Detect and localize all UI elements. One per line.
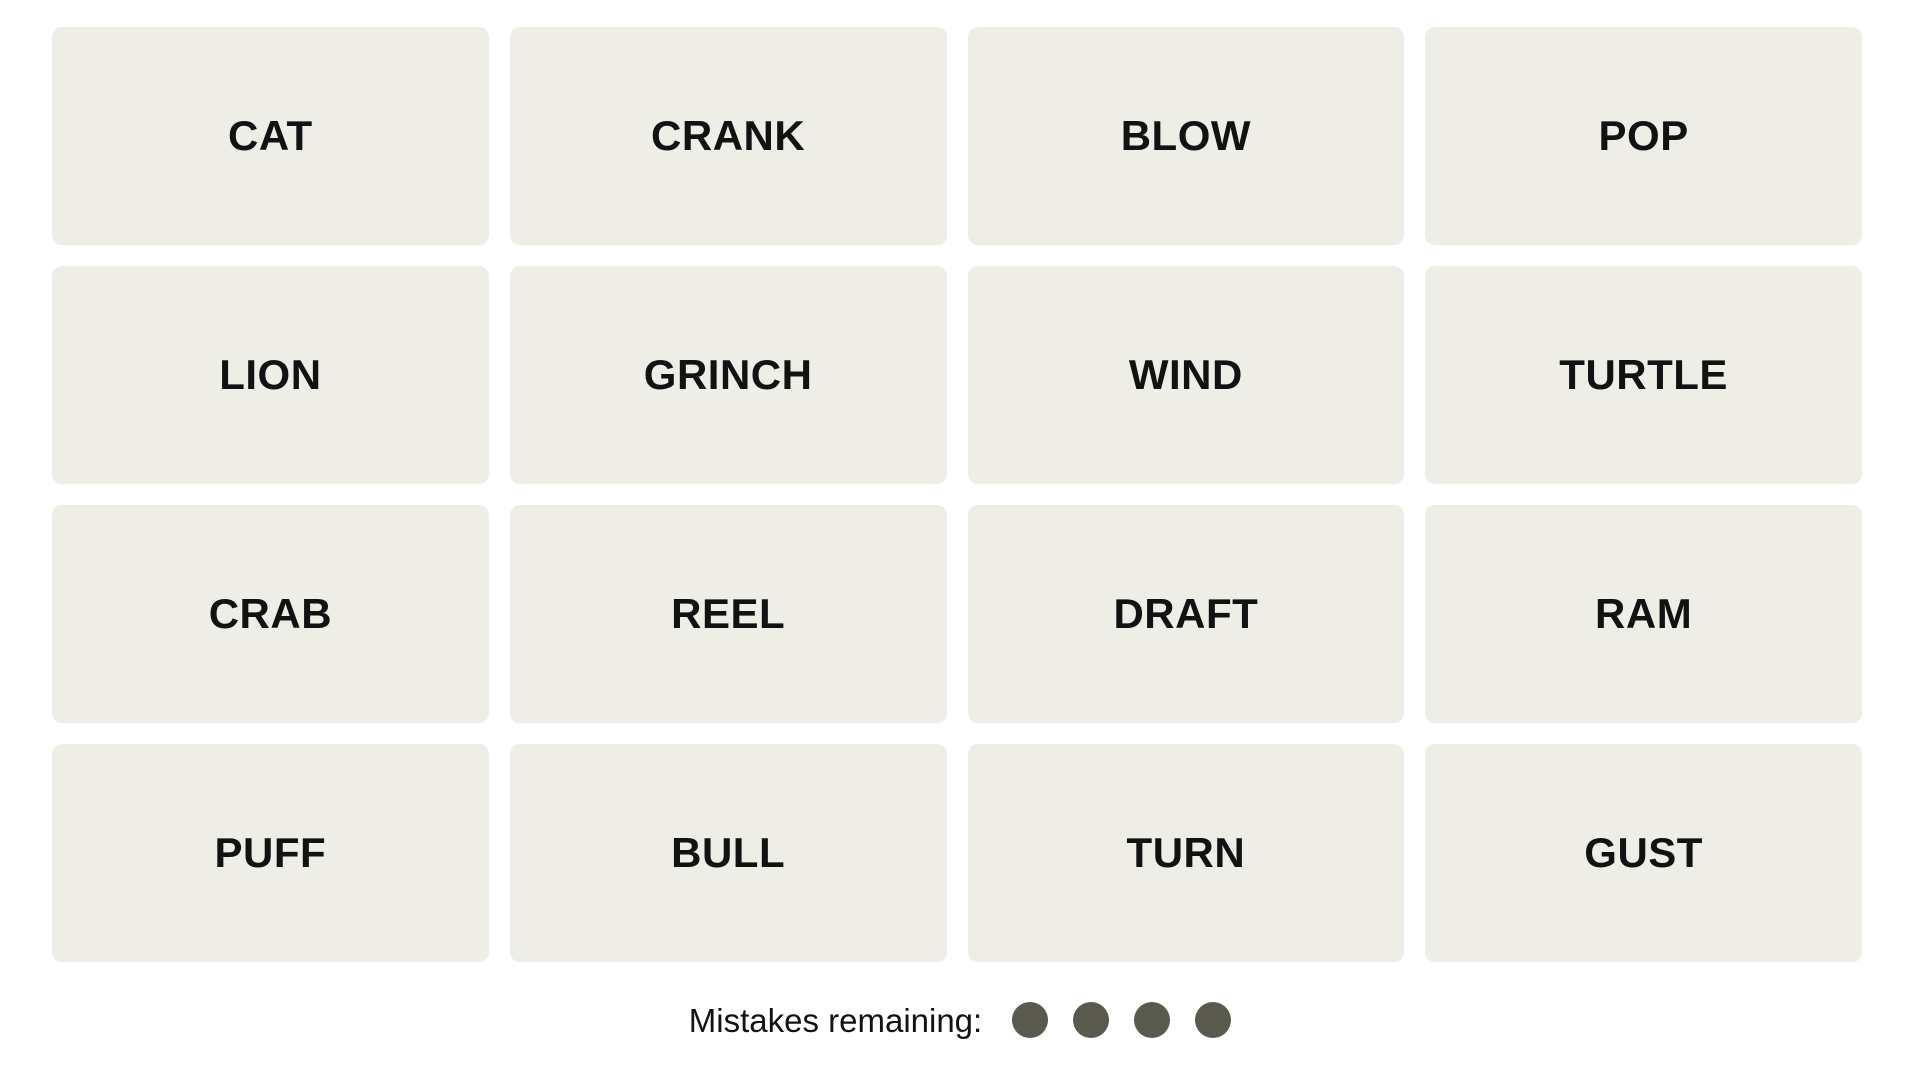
- mistake-dot-3: [1134, 1002, 1171, 1038]
- word-tile-turn[interactable]: TURN: [967, 744, 1405, 962]
- word-tile-crank[interactable]: CRANK: [509, 27, 947, 245]
- mistakes-dots: [1012, 1002, 1232, 1038]
- mistake-dot-2: [1073, 1002, 1110, 1038]
- word-tile-label: WIND: [1128, 351, 1243, 398]
- word-tile-label: PUFF: [214, 829, 327, 876]
- word-tile-label: REEL: [671, 590, 786, 637]
- word-tile-label: POP: [1598, 112, 1689, 159]
- word-tile-label: GUST: [1584, 829, 1703, 876]
- connections-game: CAT CRANK BLOW POP LION GRINCH WIND TURT…: [0, 0, 1920, 1080]
- word-tile-label: TURN: [1126, 829, 1246, 876]
- mistakes-remaining: Mistakes remaining:: [0, 1002, 1920, 1038]
- word-tile-pop[interactable]: POP: [1425, 27, 1862, 245]
- word-tile-label: CRANK: [651, 112, 806, 159]
- word-tile-draft[interactable]: DRAFT: [967, 505, 1405, 723]
- word-tile-ram[interactable]: RAM: [1425, 505, 1862, 723]
- mistake-dot-4: [1195, 1002, 1232, 1038]
- word-tile-crab[interactable]: CRAB: [52, 505, 489, 723]
- puzzle-grid: CAT CRANK BLOW POP LION GRINCH WIND TURT…: [52, 27, 1862, 962]
- word-tile-label: LION: [219, 351, 322, 398]
- word-tile-grinch[interactable]: GRINCH: [509, 266, 947, 484]
- word-tile-turtle[interactable]: TURTLE: [1425, 266, 1862, 484]
- word-tile-label: TURTLE: [1559, 351, 1728, 398]
- word-tile-label: GRINCH: [643, 351, 813, 398]
- word-tile-lion[interactable]: LION: [52, 266, 489, 484]
- word-tile-gust[interactable]: GUST: [1425, 744, 1862, 962]
- word-tile-blow[interactable]: BLOW: [967, 27, 1405, 245]
- mistake-dot-1: [1012, 1002, 1049, 1038]
- word-tile-label: CAT: [228, 112, 313, 159]
- word-tile-wind[interactable]: WIND: [967, 266, 1405, 484]
- word-tile-puff[interactable]: PUFF: [52, 744, 489, 962]
- word-tile-label: RAM: [1595, 590, 1693, 637]
- word-tile-label: BLOW: [1120, 112, 1252, 159]
- word-tile-reel[interactable]: REEL: [509, 505, 947, 723]
- word-tile-label: BULL: [671, 829, 786, 876]
- mistakes-remaining-label: Mistakes remaining:: [688, 1001, 983, 1039]
- word-tile-cat[interactable]: CAT: [52, 27, 489, 245]
- word-tile-bull[interactable]: BULL: [509, 744, 947, 962]
- word-tile-label: DRAFT: [1113, 590, 1259, 637]
- word-tile-label: CRAB: [208, 590, 333, 637]
